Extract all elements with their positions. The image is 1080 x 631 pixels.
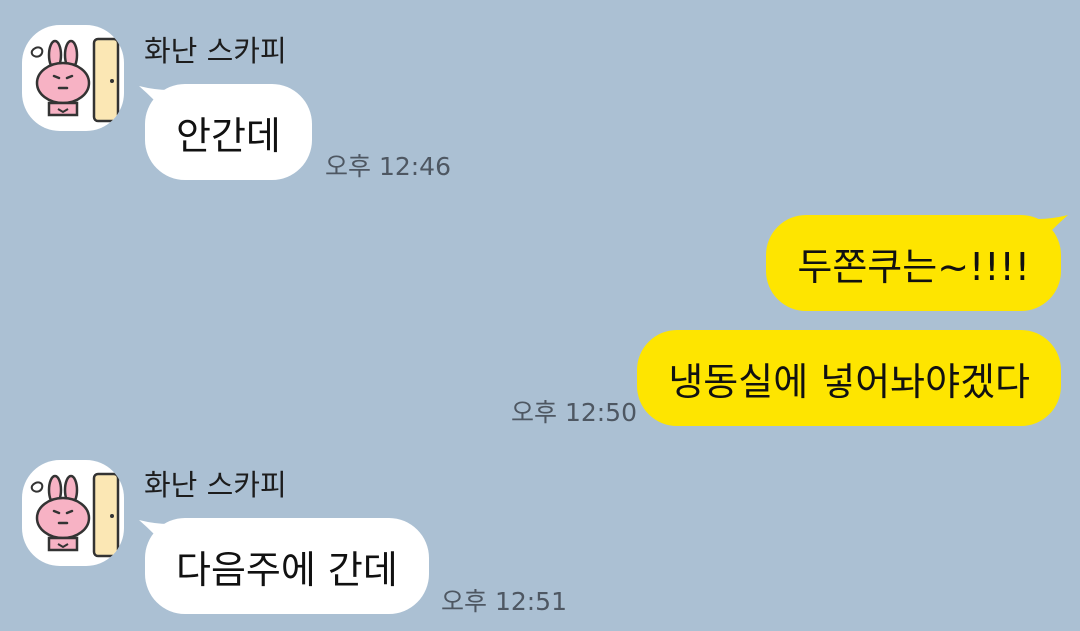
outgoing-message-bubble[interactable]: 냉동실에 넣어놔야겠다 [637,330,1061,426]
angry-bunny-avatar-icon [30,472,120,558]
incoming-message-bubble[interactable]: 안간데 [145,84,312,180]
sender-avatar[interactable] [22,25,124,131]
angry-bunny-avatar-icon [30,37,120,123]
message-timestamp: 오후 12:51 [441,587,567,616]
message-text: 안간데 [176,113,281,158]
message-text: 냉동실에 넣어놔야겠다 [668,359,1030,404]
sender-name: 화난 스카피 [144,34,287,68]
message-text: 다음주에 간데 [176,547,398,592]
sender-name: 화난 스카피 [144,468,287,502]
sender-avatar[interactable] [22,460,124,566]
message-timestamp: 오후 12:46 [325,152,451,181]
message-timestamp: 오후 12:50 [511,398,637,427]
outgoing-message-bubble[interactable]: 두쫀쿠는~!!!! [766,215,1061,311]
message-text: 두쫀쿠는~!!!! [797,244,1030,289]
incoming-message-bubble[interactable]: 다음주에 간데 [145,518,429,614]
